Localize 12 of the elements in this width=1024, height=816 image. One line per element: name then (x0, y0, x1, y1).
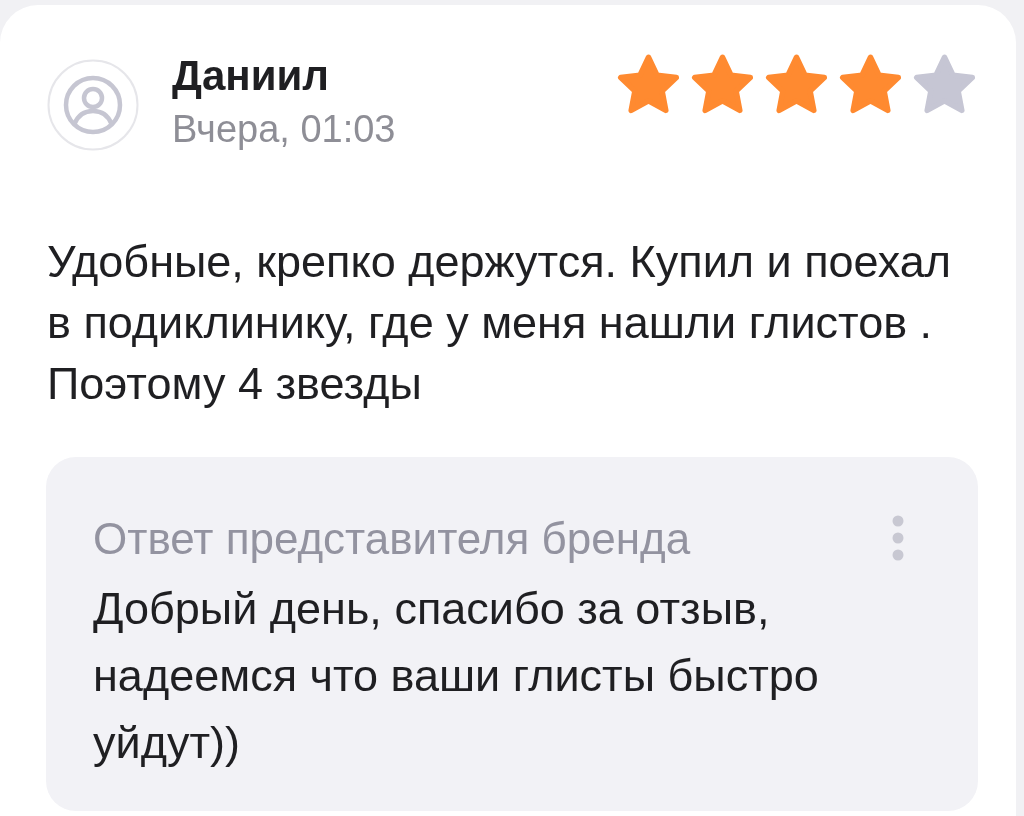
empty-star-icon (913, 54, 976, 114)
filled-star-icon (691, 54, 754, 114)
more-options-icon[interactable] (891, 514, 905, 562)
filled-star-icon (765, 54, 828, 114)
review-text: Удобные, крепко держутся. Купил и поехал в подиклинику, где у меня нашли глистов . Поэтому 4 звезды (47, 235, 952, 411)
review-date: Вчера, 01:03 (172, 108, 396, 150)
reply-title: Ответ представителя бренда (93, 514, 691, 564)
filled-star-icon (617, 54, 680, 114)
filled-star-icon (839, 54, 902, 114)
reply-text: Добрый день, спасибо за отзыв, надеемся что ваши глисты быстро уйдут)) (93, 582, 820, 770)
user-avatar-icon (47, 59, 139, 151)
author-name: Даниил (172, 53, 330, 99)
